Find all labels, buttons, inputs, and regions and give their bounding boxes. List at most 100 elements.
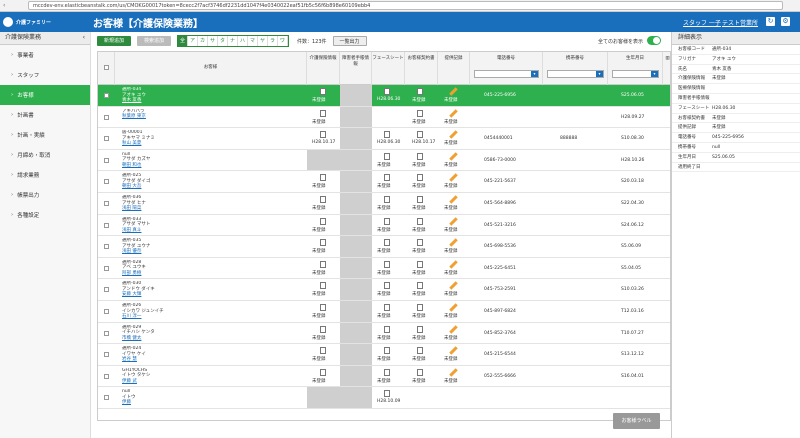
collapse-icon[interactable]: ‹ [83, 32, 85, 44]
pencil-icon[interactable] [449, 195, 458, 204]
document-icon[interactable] [320, 109, 326, 117]
sidebar-item-6[interactable]: › 請求業務 [0, 165, 90, 185]
document-icon[interactable] [384, 239, 390, 247]
table-row[interactable]: 通所-035 アサダ ユウナ 浅田 優奈 未登録 未登録 未登録 未登録 045-698-55… [98, 236, 670, 258]
customer-label-button[interactable]: お客様ラベル [613, 413, 660, 429]
row-checkbox[interactable] [104, 157, 109, 163]
customer-name-link[interactable]: 石川 淳一 [122, 314, 302, 320]
table-row[interactable]: 通所-029 イチハシ ケンタ 市橋 健太 未登録 未登録 未登録 未登録 045-852-3… [98, 322, 670, 345]
document-icon[interactable] [417, 260, 423, 268]
customer-name-link[interactable]: 浅田 真斗 [122, 228, 302, 234]
pencil-icon[interactable] [449, 303, 458, 312]
document-icon[interactable] [320, 260, 326, 268]
kana-tab-10[interactable]: ワ [278, 36, 288, 46]
document-icon[interactable] [417, 174, 423, 182]
pencil-icon[interactable] [449, 108, 458, 118]
sidebar-item-5[interactable]: › 月締め・取消 [0, 145, 90, 165]
row-checkbox[interactable] [104, 114, 109, 120]
sidebar-item-3[interactable]: › 計画書 [0, 105, 90, 125]
pencil-icon[interactable] [449, 281, 458, 291]
document-icon[interactable] [384, 131, 390, 139]
new-customer-button[interactable]: 新規追加 [97, 36, 131, 46]
document-icon[interactable] [320, 282, 326, 290]
document-icon[interactable] [417, 131, 423, 139]
columns-icon[interactable]: ▥ [663, 52, 670, 85]
table-row[interactable]: アキハバラ 秋葉原 東京 未登録 未登録 未登録 H28.09.27 [98, 106, 670, 129]
customer-name-link[interactable]: 伊藤 [122, 400, 302, 406]
document-icon[interactable] [320, 325, 326, 333]
document-icon[interactable] [417, 282, 423, 290]
document-icon[interactable] [417, 304, 423, 311]
sidebar-item-8[interactable]: › 各種設定 [0, 205, 90, 225]
row-checkbox[interactable] [104, 287, 109, 293]
pencil-icon[interactable] [449, 216, 458, 226]
table-row[interactable]: 通所-033 アサダ マサト 浅田 真斗 未登録 未登録 未登録 未登録 045-521-32… [98, 214, 670, 237]
document-icon[interactable] [384, 368, 390, 376]
table-row[interactable]: null イトウ 伊藤 H28.10.09 [98, 387, 670, 409]
kana-tab-6[interactable]: ハ [238, 36, 248, 46]
document-icon[interactable] [384, 304, 390, 311]
customer-name-link[interactable]: 浅田 陽菜 [122, 206, 302, 212]
table-row[interactable]: 通所-025 アサダ ダイゴ 朝田 大吾 未登録 未登録 未登録 未登録 045-221-56… [98, 171, 670, 193]
kana-tab-0[interactable]: 全 [178, 36, 188, 46]
document-icon[interactable] [417, 88, 423, 95]
pencil-icon[interactable] [449, 260, 458, 269]
url-field[interactable]: mccdev-env.elasticbeanstalk.com/us/CMOKG… [28, 1, 783, 10]
document-icon[interactable] [320, 217, 326, 225]
document-icon[interactable] [384, 88, 390, 95]
phone-filter[interactable]: ▾ [474, 70, 539, 78]
settings-icon[interactable]: ⚙ [781, 17, 790, 26]
document-icon[interactable] [417, 217, 423, 225]
logo[interactable]: 介護ファミリー [3, 16, 63, 28]
row-checkbox[interactable] [104, 309, 109, 314]
list-export-button[interactable]: 一覧出力 [332, 36, 367, 46]
row-checkbox[interactable] [104, 265, 109, 271]
sidebar-item-2[interactable]: › お客様 [0, 85, 90, 105]
document-icon[interactable] [320, 174, 326, 182]
sidebar-item-4[interactable]: › 計画・実績 [0, 125, 90, 145]
customer-name-link[interactable]: 安藤 大輝 [122, 292, 302, 298]
document-icon[interactable] [384, 217, 390, 225]
customer-name-link[interactable]: 伊藤 武 [122, 379, 302, 385]
document-icon[interactable] [384, 347, 390, 355]
show-all-toggle[interactable] [647, 36, 661, 45]
row-checkbox[interactable] [104, 179, 109, 185]
pencil-icon[interactable] [449, 346, 458, 355]
row-checkbox[interactable] [104, 136, 109, 142]
document-icon[interactable] [384, 196, 390, 203]
customer-name-link[interactable]: 岩谷 慧 [122, 357, 302, 363]
document-icon[interactable] [320, 304, 326, 311]
document-icon[interactable] [417, 325, 423, 333]
row-checkbox[interactable] [104, 201, 109, 206]
customer-name-link[interactable]: 市橋 健太 [122, 336, 302, 342]
row-checkbox[interactable] [104, 373, 109, 379]
table-row[interactable]: 通所-024 イワヤ ケイ 岩谷 慧未登録 未登録 未登録 未登録 045-215-6544… [98, 344, 670, 366]
row-checkbox[interactable] [104, 330, 109, 336]
table-row[interactable]: GH1YOCHS イトウ タケシ 伊藤 武 未登録 未登録 未登録 未登録 052-555-6… [98, 365, 670, 388]
document-icon[interactable] [384, 325, 390, 333]
customer-name-link[interactable]: 阿部 勇樹 [122, 271, 302, 277]
pencil-icon[interactable] [449, 87, 458, 96]
customer-name-link[interactable]: 浅田 優奈 [122, 249, 302, 255]
document-icon[interactable] [417, 109, 423, 117]
table-row[interactable]: 通所-028 アベ ユウキ 阿部 勇樹 未登録 未登録 未登録 未登録 045-225-645… [98, 257, 670, 280]
table-row[interactable]: 通所-036 アサダ ヒナ 浅田 陽菜 未登録 未登録 未登録 未登録 045-564-889… [98, 193, 670, 215]
table-row[interactable]: null アサダ カズヤ 朝田 和也 未登録 未登録 未登録 0586-73-0000 H28… [98, 149, 670, 172]
back-icon[interactable]: ‹ [3, 2, 10, 9]
document-icon[interactable] [417, 196, 423, 203]
kana-tab-8[interactable]: ヤ [258, 36, 268, 46]
kana-tab-9[interactable]: ラ [268, 36, 278, 46]
customer-name-link[interactable]: 秋葉原 東京 [122, 114, 302, 120]
customer-name-link[interactable]: 青木 友香 [122, 98, 302, 104]
document-icon[interactable] [320, 131, 326, 139]
table-row[interactable]: 通所-034 アオキ ユウ 青木 友香 未登録 H28.06.30 未登録 未登録 045-2… [98, 85, 670, 107]
document-icon[interactable] [384, 390, 390, 398]
store-link[interactable]: テスト営業所 [722, 18, 758, 27]
table-row[interactable]: 通所-026 イシカワ ジュンイチ 石川 淳一 未登録 未登録 未登録 未登録 045-897… [98, 301, 670, 323]
customer-name-link[interactable]: 朝田 和也 [122, 163, 302, 169]
customer-name-link[interactable]: 朝田 大吾 [122, 184, 302, 190]
document-icon[interactable] [384, 282, 390, 290]
pencil-icon[interactable] [449, 173, 458, 183]
document-icon[interactable] [320, 347, 326, 355]
kana-tab-3[interactable]: サ [208, 36, 218, 46]
